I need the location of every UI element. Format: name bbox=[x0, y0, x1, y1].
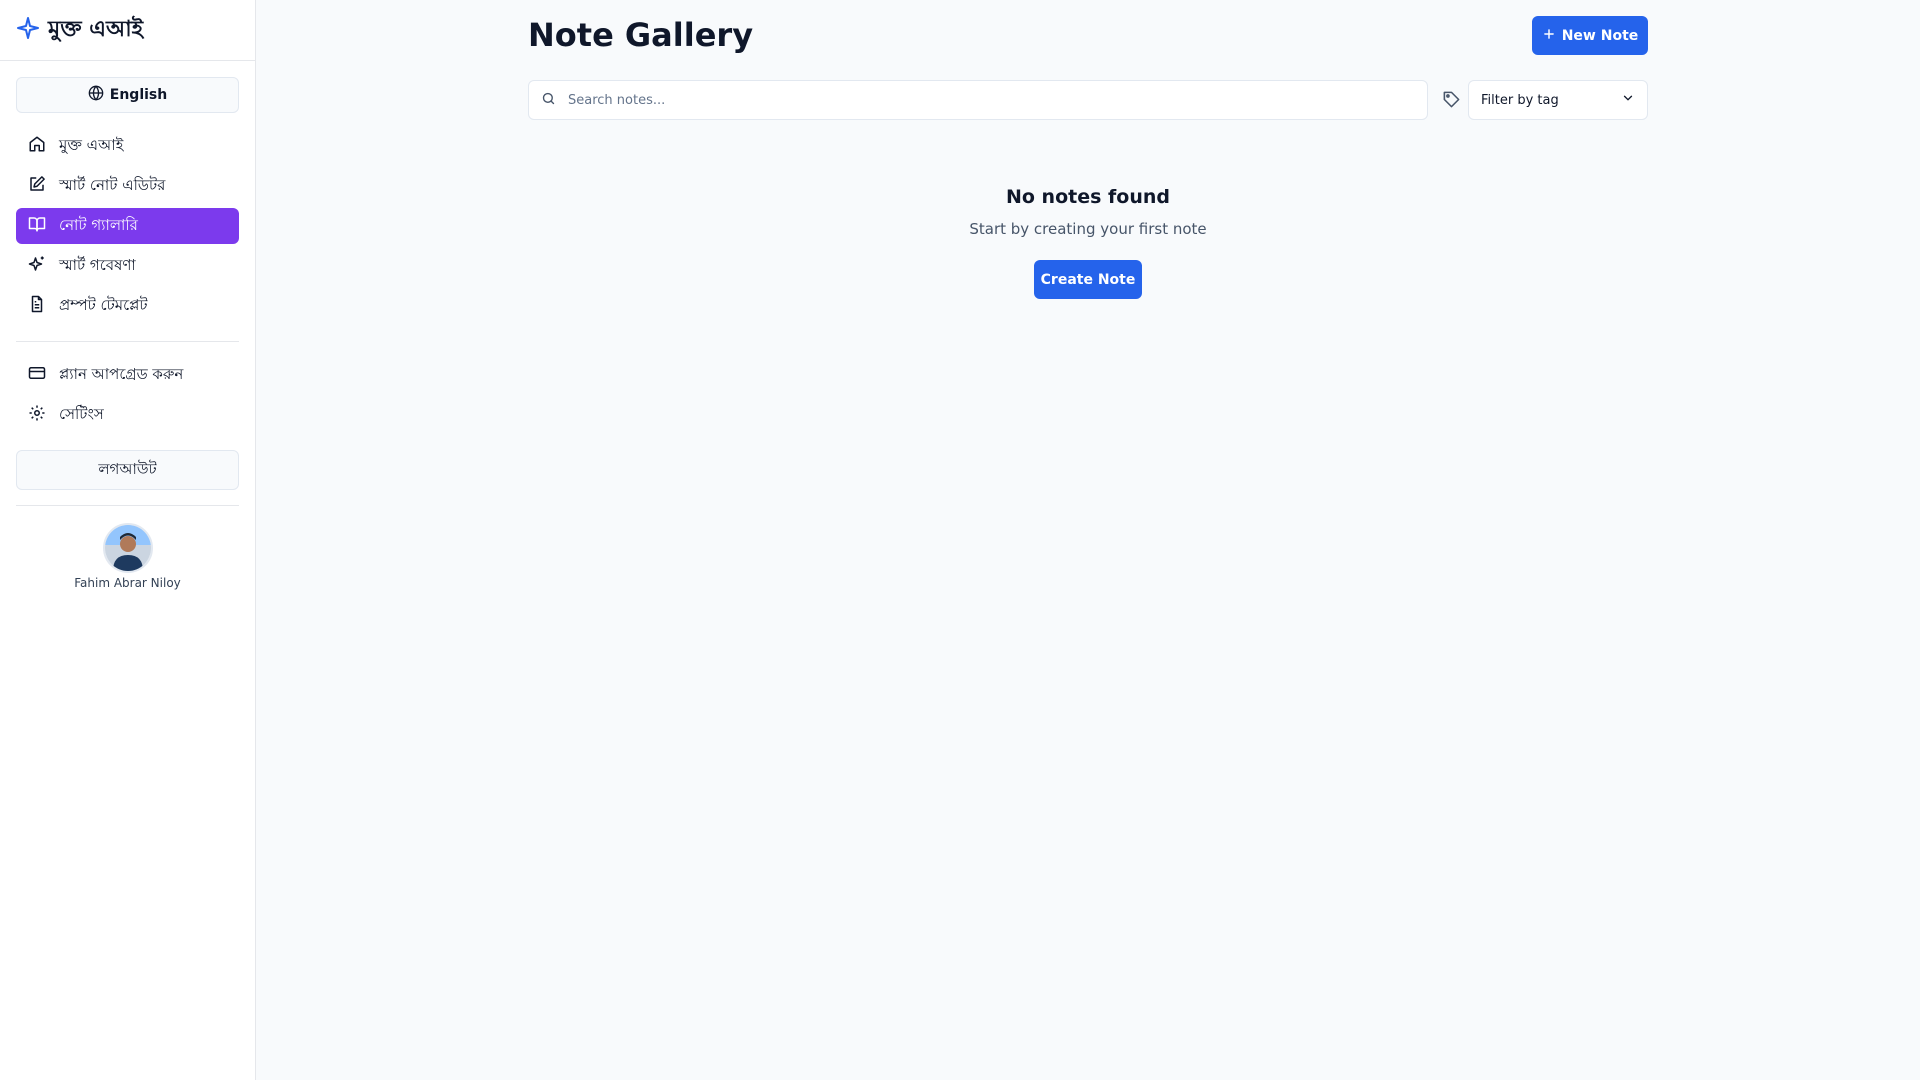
search-input[interactable] bbox=[568, 92, 1408, 108]
sidebar-item-label: নোট গ্যালারি bbox=[59, 215, 138, 234]
tag-icon bbox=[1442, 90, 1461, 113]
new-note-label: New Note bbox=[1561, 27, 1639, 44]
user-name: Fahim Abrar Niloy bbox=[74, 576, 181, 590]
sidebar-item-prompt-templates[interactable]: প্রম্পট টেমপ্লেট bbox=[16, 288, 239, 324]
sidebar: মুক্ত এআই English মুক্ত এআই স্মার্ট নোট … bbox=[0, 0, 256, 1080]
search-box[interactable] bbox=[528, 80, 1428, 120]
create-note-label: Create Note bbox=[1040, 271, 1136, 288]
logout-button[interactable]: লগআউট bbox=[16, 450, 239, 490]
app-name: মুক্ত এআই bbox=[48, 16, 144, 42]
file-text-icon bbox=[28, 295, 46, 317]
tag-filter-select[interactable]: Filter by tag bbox=[1468, 80, 1648, 120]
sidebar-item-label: স্মার্ট নোট এডিটর bbox=[59, 175, 166, 194]
sidebar-item-note-gallery[interactable]: নোট গ্যালারি bbox=[16, 208, 239, 244]
sidebar-item-label: স্মার্ট গবেষণা bbox=[59, 255, 136, 274]
sidebar-item-smart-note-editor[interactable]: স্মার্ট নোট এডিটর bbox=[16, 168, 239, 204]
sparkle-logo-icon bbox=[16, 16, 40, 44]
chevron-down-icon bbox=[1621, 91, 1635, 109]
sidebar-item-home[interactable]: মুক্ত এআই bbox=[16, 128, 239, 164]
empty-state-title: No notes found bbox=[1005, 186, 1170, 208]
divider bbox=[16, 341, 239, 342]
search-icon bbox=[541, 91, 556, 110]
secondary-nav: প্ল্যান আপগ্রেড করুন সেটিংস bbox=[16, 357, 239, 437]
sidebar-item-settings[interactable]: সেটিংস bbox=[16, 397, 239, 433]
settings-icon bbox=[28, 404, 46, 426]
app-logo[interactable]: মুক্ত এআই bbox=[16, 14, 143, 46]
sidebar-item-label: মুক্ত এআই bbox=[59, 135, 124, 154]
logout-label: লগআউট bbox=[98, 459, 157, 478]
book-open-icon bbox=[28, 215, 46, 237]
divider bbox=[0, 60, 255, 61]
new-note-button[interactable]: New Note bbox=[1532, 16, 1648, 55]
main-nav: মুক্ত এআই স্মার্ট নোট এডিটর নোট গ্যালারি… bbox=[16, 128, 239, 328]
sidebar-item-label: প্ল্যান আপগ্রেড করুন bbox=[59, 364, 184, 383]
credit-card-icon bbox=[28, 364, 46, 386]
plus-icon bbox=[1542, 27, 1556, 45]
empty-state-subtitle: Start by creating your first note bbox=[969, 220, 1207, 238]
tag-filter-value: Filter by tag bbox=[1481, 92, 1559, 108]
sidebar-item-upgrade-plan[interactable]: প্ল্যান আপগ্রেড করুন bbox=[16, 357, 239, 393]
empty-state: No notes found Start by creating your fi… bbox=[528, 186, 1648, 238]
sidebar-item-label: সেটিংস bbox=[59, 404, 104, 423]
language-label: English bbox=[109, 87, 168, 103]
sparkles-icon bbox=[28, 255, 46, 277]
sidebar-item-label: প্রম্পট টেমপ্লেট bbox=[59, 295, 148, 314]
sidebar-item-smart-research[interactable]: স্মার্ট গবেষণা bbox=[16, 248, 239, 284]
edit-icon bbox=[28, 175, 46, 197]
home-icon bbox=[28, 135, 46, 157]
language-switcher-button[interactable]: English bbox=[16, 77, 239, 113]
create-note-button[interactable]: Create Note bbox=[1034, 260, 1142, 299]
page-title: Note Gallery bbox=[528, 16, 754, 54]
divider bbox=[16, 505, 239, 506]
globe-icon bbox=[88, 85, 104, 105]
avatar[interactable] bbox=[103, 523, 153, 573]
